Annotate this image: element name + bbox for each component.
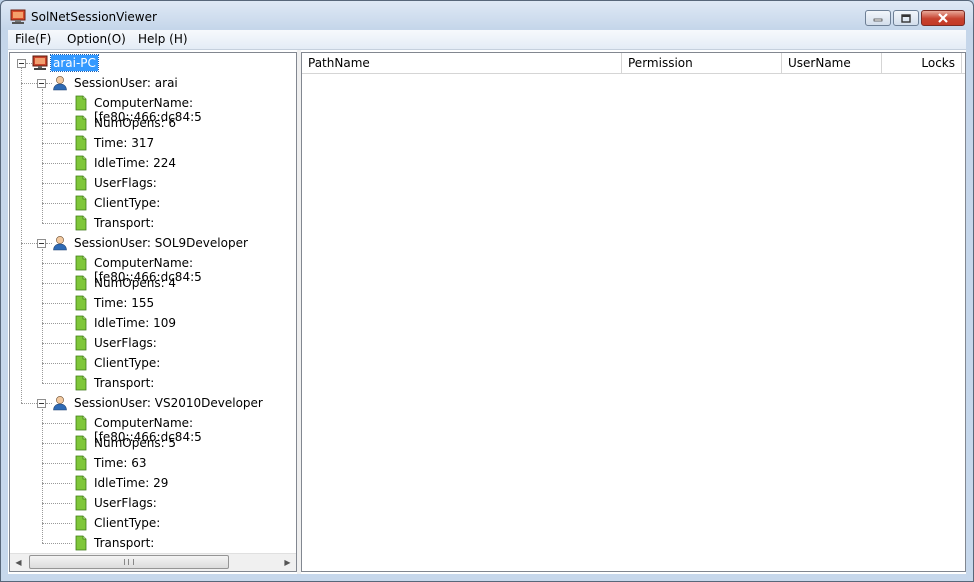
tree-property-label[interactable]: Transport: [94, 376, 154, 390]
leaf-property-icon [75, 95, 87, 111]
session-expander[interactable] [37, 239, 46, 248]
tree-property-label[interactable]: ClientType: [94, 516, 160, 530]
tree-content: arai-PC SessionUser: arai ComputerName: [… [10, 53, 296, 555]
column-locks[interactable]: Locks [882, 53, 962, 73]
tree-property-label[interactable]: IdleTime: 109 [94, 316, 176, 330]
tree-property-label[interactable]: UserFlags: [94, 176, 157, 190]
close-icon [922, 11, 964, 25]
tree-property-label[interactable]: Transport: [94, 216, 154, 230]
menu-file[interactable]: File(F) [15, 32, 51, 46]
user-icon [53, 76, 67, 91]
menu-help[interactable]: Help (H) [138, 32, 188, 46]
maximize-button[interactable] [893, 10, 919, 26]
leaf-property-icon [75, 315, 87, 331]
leaf-property-icon [75, 155, 87, 171]
tree-root-label[interactable]: arai-PC [50, 54, 99, 72]
session-tree[interactable]: arai-PC SessionUser: arai ComputerName: [… [9, 52, 297, 572]
scroll-left-icon[interactable]: ◀ [10, 554, 27, 571]
scroll-right-icon[interactable]: ▶ [279, 554, 296, 571]
maximize-icon [894, 11, 918, 25]
title-bar[interactable]: SolNetSessionViewer [1, 1, 973, 31]
app-icon [10, 9, 26, 24]
leaf-property-icon [75, 135, 87, 151]
app-window: SolNetSessionViewer File(F) Option(O) He… [0, 0, 974, 582]
tree-property-label[interactable]: IdleTime: 224 [94, 156, 176, 170]
scroll-thumb[interactable] [29, 555, 229, 569]
files-list[interactable]: PathName Permission UserName Locks [301, 52, 966, 572]
list-header: PathName Permission UserName Locks [302, 53, 965, 74]
leaf-property-icon [75, 475, 87, 491]
leaf-property-icon [75, 375, 87, 391]
tree-property-label[interactable]: UserFlags: [94, 336, 157, 350]
tree-horizontal-scrollbar[interactable]: ◀ ▶ [10, 553, 296, 571]
tree-session-label[interactable]: SessionUser: SOL9Developer [74, 236, 248, 250]
tree-property-label[interactable]: ClientType: [94, 196, 160, 210]
client-area: arai-PC SessionUser: arai ComputerName: [… [8, 50, 966, 574]
leaf-property-icon [75, 435, 87, 451]
leaf-property-icon [75, 335, 87, 351]
user-icon [53, 236, 67, 251]
tree-session-label[interactable]: SessionUser: arai [74, 76, 178, 90]
column-permission[interactable]: Permission [622, 53, 782, 73]
leaf-property-icon [75, 495, 87, 511]
menu-option[interactable]: Option(O) [67, 32, 126, 46]
leaf-property-icon [75, 455, 87, 471]
tree-property-label[interactable]: UserFlags: [94, 496, 157, 510]
menu-bar: File(F) Option(O) Help (H) [8, 30, 966, 50]
close-button[interactable] [921, 10, 965, 26]
leaf-property-icon [75, 215, 87, 231]
leaf-property-icon [75, 195, 87, 211]
tree-property-label[interactable]: NumOpens: 6 [94, 116, 176, 130]
column-username[interactable]: UserName [782, 53, 882, 73]
tree-property-label[interactable]: Time: 317 [94, 136, 154, 150]
tree-property-label[interactable]: NumOpens: 4 [94, 276, 176, 290]
tree-property-label[interactable]: IdleTime: 29 [94, 476, 168, 490]
minimize-icon [866, 11, 890, 25]
root-expander[interactable] [17, 59, 26, 68]
leaf-property-icon [75, 295, 87, 311]
tree-property-label[interactable]: NumOpens: 5 [94, 436, 176, 450]
leaf-property-icon [75, 515, 87, 531]
column-pathname[interactable]: PathName [302, 53, 622, 73]
session-expander[interactable] [37, 79, 46, 88]
leaf-property-icon [75, 275, 87, 291]
minimize-button[interactable] [865, 10, 891, 26]
leaf-property-icon [75, 175, 87, 191]
leaf-property-icon [75, 535, 87, 551]
user-icon [53, 396, 67, 411]
tree-property-label[interactable]: Time: 63 [94, 456, 147, 470]
leaf-property-icon [75, 115, 87, 131]
window-title: SolNetSessionViewer [31, 10, 157, 24]
tree-session-label[interactable]: SessionUser: VS2010Developer [74, 396, 263, 410]
leaf-property-icon [75, 415, 87, 431]
computer-icon [32, 55, 48, 70]
tree-property-label[interactable]: Time: 155 [94, 296, 154, 310]
leaf-property-icon [75, 255, 87, 271]
tree-property-label[interactable]: ClientType: [94, 356, 160, 370]
session-expander[interactable] [37, 399, 46, 408]
leaf-property-icon [75, 355, 87, 371]
tree-property-label[interactable]: Transport: [94, 536, 154, 550]
